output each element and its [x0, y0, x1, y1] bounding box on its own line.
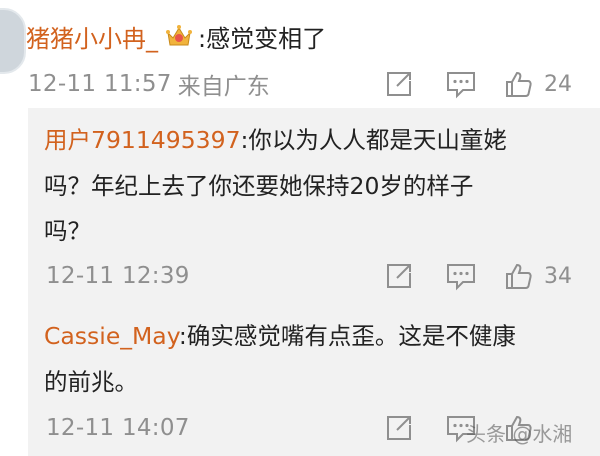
- comment-time: 12-11 11:57: [28, 71, 172, 97]
- reply-2-text-1: :确实感觉嘴有点歪。这是不健康: [178, 322, 516, 350]
- comment-source: 来自广东: [177, 74, 270, 100]
- reply-2-time: 12-11 14:07: [46, 415, 190, 441]
- thumbs-up-icon: [506, 71, 532, 97]
- reply-2-meta: 12-11 14:07: [46, 410, 190, 446]
- like-button[interactable]: 24: [504, 66, 572, 102]
- share-icon: [387, 416, 411, 440]
- reply-2-share-button[interactable]: [384, 410, 414, 446]
- reply-1-meta: 12-11 12:39: [46, 258, 190, 294]
- comment-username[interactable]: 猪猪小小冉_: [26, 19, 158, 54]
- share-icon: [387, 72, 411, 96]
- comment-text: :感觉变相了: [198, 24, 327, 53]
- like-count: 24: [544, 71, 572, 97]
- reply-1-text-1: :你以为人人都是天山童姥: [240, 126, 507, 154]
- reply-1-like-button[interactable]: 34: [504, 258, 572, 294]
- reply-button[interactable]: [445, 66, 477, 102]
- reply-1-line-1: 用户7911495397:你以为人人都是天山童姥: [44, 122, 507, 158]
- vip-crown-icon: [164, 23, 194, 49]
- reply-2-line-1: Cassie_May:确实感觉嘴有点歪。这是不健康: [44, 318, 516, 354]
- reply-1-text-2: 吗？年纪上去了你还要她保持20岁的样子: [44, 172, 474, 200]
- reply-1-reply-button[interactable]: [445, 258, 477, 294]
- reply-2-username[interactable]: Cassie_May: [44, 322, 179, 350]
- comment-meta: 12-11 11:57 来自广东: [28, 66, 270, 102]
- reply-1-text-3: 吗？: [44, 217, 91, 245]
- comment-bubble-icon: [447, 72, 475, 99]
- avatar[interactable]: [0, 8, 26, 74]
- comment-bubble-icon: [447, 264, 475, 291]
- watermark: 头条 @水湘: [466, 422, 573, 446]
- comment-text-line: 猪猪小小冉_ :感觉变相了: [26, 16, 326, 56]
- reply-1-time: 12-11 12:39: [46, 263, 190, 289]
- share-icon: [387, 264, 411, 288]
- thumbs-up-icon: [506, 263, 532, 289]
- reply-2-text-2: 的前兆。: [44, 368, 138, 396]
- share-button[interactable]: [384, 66, 414, 102]
- reply-1-share-button[interactable]: [384, 258, 414, 294]
- reply-1-username[interactable]: 用户7911495397: [44, 126, 241, 154]
- reply-1-like-count: 34: [544, 263, 572, 289]
